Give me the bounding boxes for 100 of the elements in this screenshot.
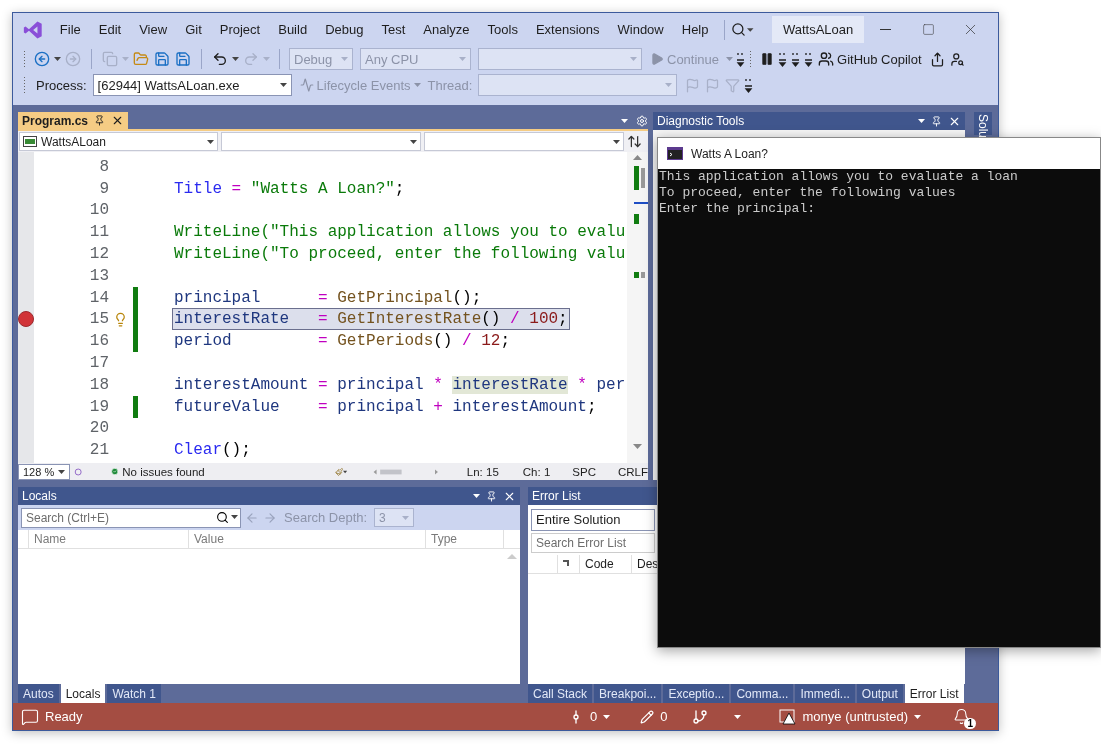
line-number: 12 [88, 245, 110, 264]
column-header[interactable]: Name [29, 530, 189, 548]
breakpoint-icon[interactable] [18, 311, 34, 328]
menu-item[interactable]: Extensions [526, 19, 609, 40]
user-status[interactable]: monye (untrusted) [802, 709, 908, 724]
change-count[interactable]: 0 [660, 709, 668, 724]
startup-dropdown[interactable] [478, 48, 642, 70]
up-caret-icon [914, 714, 921, 719]
step-icon[interactable] [791, 50, 802, 68]
menu-item[interactable]: Help [672, 19, 718, 40]
undo-button[interactable] [211, 50, 229, 68]
zoom-dropdown[interactable]: 128 % [18, 463, 71, 480]
health-status: No issues found [122, 465, 205, 478]
check-icon [110, 465, 119, 478]
code-line: principal = GetPrincipal(); [173, 287, 483, 309]
panel-tab[interactable]: Immedi... [795, 684, 855, 703]
bell-icon[interactable] [953, 708, 970, 725]
line-number: 20 [88, 419, 110, 438]
menu-item[interactable]: Build [269, 19, 317, 40]
panel-tab[interactable]: Exceptio... [663, 684, 730, 703]
status-text: Ready [45, 709, 83, 724]
split-icon[interactable] [627, 134, 642, 149]
menu-item[interactable]: Analyze [414, 19, 479, 40]
menu-item[interactable]: Test [372, 19, 415, 40]
search-field[interactable]: Search Error List [531, 533, 655, 553]
copilot-button[interactable]: GitHub Copilot [817, 50, 926, 68]
dropdown-icon [621, 118, 628, 123]
column-header[interactable]: Code [580, 555, 632, 573]
caret-icon [726, 57, 734, 61]
column-header[interactable]: Type [426, 530, 504, 548]
console-output: To proceed, enter the following values [658, 185, 957, 201]
code-line: interestAmount = principal * interestRate * per [173, 374, 627, 396]
caret-icon [402, 515, 410, 520]
notification-badge: 1 [964, 718, 976, 729]
pin-icon[interactable] [486, 490, 497, 502]
panel-tab[interactable]: Breakpoi... [594, 684, 662, 703]
menu-item[interactable]: View [130, 19, 177, 40]
column-header[interactable]: Value [189, 530, 426, 548]
caret-icon [343, 469, 348, 474]
pin-icon[interactable] [931, 115, 942, 127]
toolbar-grip [23, 76, 26, 94]
console-output: Enter the principal: [658, 201, 817, 217]
panel-tab[interactable]: Autos [18, 684, 59, 703]
menu-item[interactable]: Debug [316, 19, 373, 40]
toolbar-grip [749, 50, 753, 68]
menu-item[interactable]: Project [210, 19, 270, 40]
menu-item[interactable]: Git [176, 19, 211, 40]
code-line: futureValue = principal + interestAmount; [173, 396, 598, 418]
document-tab[interactable]: Program.cs [18, 112, 129, 129]
menu-item[interactable]: Window [608, 19, 673, 40]
search-icon[interactable] [216, 510, 229, 524]
console-icon [667, 147, 683, 160]
menu-item[interactable]: File [50, 19, 90, 40]
branch-icon[interactable] [691, 708, 708, 725]
line-number: 21 [88, 441, 110, 460]
save-button[interactable] [153, 50, 171, 68]
caret-icon [413, 83, 421, 87]
scope-dropdown[interactable]: Entire Solution [531, 508, 655, 531]
code-line: Clear(); [173, 440, 252, 462]
side-tab[interactable]: Solu [974, 112, 992, 135]
vertical-scrollbar[interactable] [627, 152, 648, 463]
step-icon[interactable] [736, 50, 747, 68]
panel-tab[interactable]: Error List [904, 684, 964, 703]
up-caret-icon [603, 714, 611, 719]
line-indicator: Ln: 15 [466, 465, 499, 478]
code-line: WriteLine("To proceed, enter the following valu [173, 244, 627, 266]
back-button[interactable] [33, 50, 51, 68]
panel-tab[interactable]: Locals [60, 684, 106, 703]
search-field[interactable]: Search (Ctrl+E) [21, 507, 241, 528]
step-icon[interactable] [778, 50, 789, 68]
caret-icon [207, 139, 214, 144]
caret-icon [747, 27, 754, 32]
feedback-button[interactable] [948, 50, 966, 68]
search-button[interactable] [730, 21, 748, 38]
step-icon[interactable] [804, 50, 815, 68]
code-line: Title = "Watts A Loan?"; [173, 178, 406, 200]
panel-tab[interactable]: Comma... [731, 684, 794, 703]
window-title: WattsALoan [771, 16, 865, 43]
line-number: 13 [88, 266, 110, 285]
caret-icon [58, 469, 66, 474]
type-dropdown[interactable]: WattsALoan [19, 132, 218, 151]
panel-tab[interactable]: Call Stack [528, 684, 593, 703]
menu-item[interactable]: Tools [478, 19, 527, 40]
caret-icon [630, 57, 637, 61]
console-output: This application allows you to evaluate a loan [658, 169, 1019, 185]
caret-icon [613, 139, 620, 144]
panel-tab[interactable]: Output [856, 684, 903, 703]
menu-item[interactable]: Edit [89, 19, 131, 40]
caret-icon [459, 57, 466, 61]
panel-tab[interactable]: Watch 1 [107, 684, 161, 703]
warning-icon[interactable] [778, 708, 797, 725]
panel-title: Diagnostic Tools [657, 114, 745, 128]
pencil-icon[interactable] [640, 709, 655, 724]
column-indicator: Ch: 1 [522, 465, 551, 478]
process-dropdown[interactable]: [62944] WattsALoan.exe [92, 74, 292, 96]
commit-count[interactable]: 0 [590, 709, 598, 724]
save-all-button[interactable] [174, 50, 192, 68]
toolbar-grip [23, 50, 26, 68]
pin-icon[interactable] [94, 115, 106, 126]
step-icon[interactable] [744, 76, 755, 94]
